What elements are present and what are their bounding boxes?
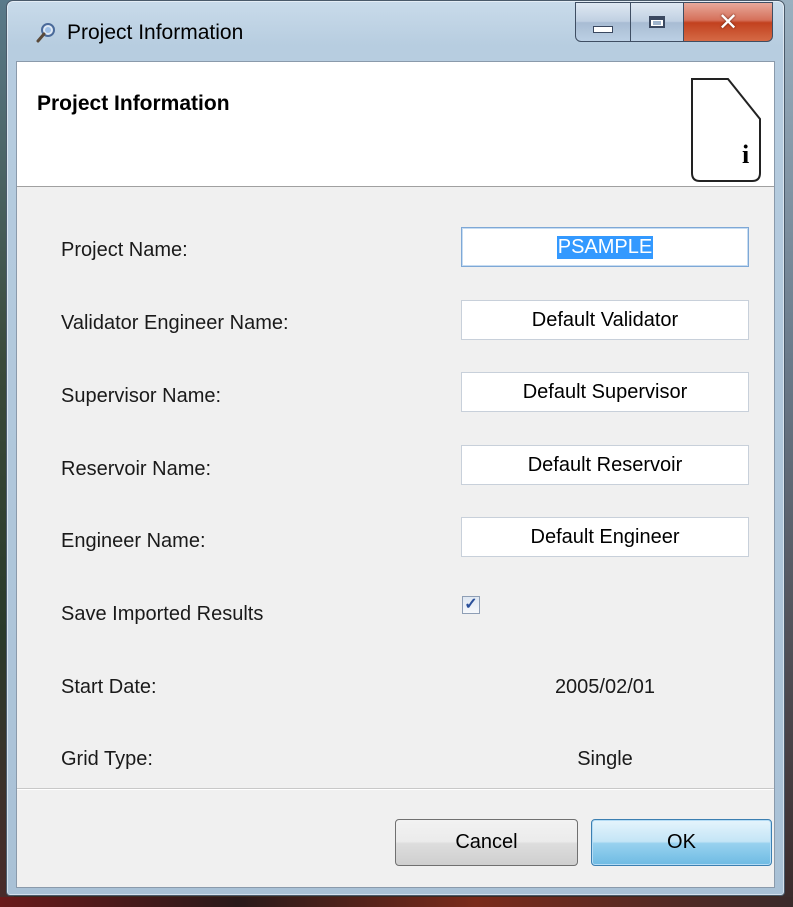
project-form: Project Name: PSAMPLE Validator Engineer… [17,187,774,787]
close-button[interactable]: ✕ [683,2,773,42]
page-title: Project Information [37,92,230,115]
project-name-value: PSAMPLE [556,235,654,259]
desktop-taskbar-edge [0,897,793,907]
supervisor-name-input[interactable]: Default Supervisor [461,372,749,412]
grid-type-value: Single [577,748,633,770]
reservoir-name-label: Reservoir Name: [61,458,212,480]
project-name-label: Project Name: [61,239,188,261]
cancel-button[interactable]: Cancel [395,819,578,866]
info-page-icon: i [691,78,761,182]
dialog-client-area: Project Information i Project Name: PSAM… [16,61,775,888]
checkmark-icon: ✓ [464,596,478,613]
project-information-window: Project Information ✕ Project Informatio… [6,0,785,896]
info-badge-letter: i [742,140,749,169]
close-icon: ✕ [717,8,739,36]
validator-engineer-name-input[interactable]: Default Validator [461,300,749,340]
save-imported-results-checkbox[interactable]: ✓ [462,596,480,614]
minimize-button[interactable] [575,2,631,42]
button-area-divider-highlight [17,789,774,790]
ok-button[interactable]: OK [591,819,772,866]
start-date-value: 2005/02/01 [554,676,656,698]
grid-type-label: Grid Type: [61,748,153,770]
dialog-header: Project Information i [17,62,774,187]
supervisor-name-label: Supervisor Name: [61,385,222,407]
validator-engineer-name-label: Validator Engineer Name: [61,312,289,334]
project-name-input[interactable]: PSAMPLE [461,227,749,267]
engineer-name-input[interactable]: Default Engineer [461,517,749,557]
magnifier-icon [36,23,55,43]
maximize-icon [649,16,665,28]
maximize-button[interactable] [630,2,684,42]
title-bar[interactable]: Project Information ✕ [7,1,784,61]
save-imported-results-label: Save Imported Results [61,603,264,625]
minimize-icon [593,25,613,33]
window-title: Project Information [67,21,244,44]
engineer-name-label: Engineer Name: [61,530,206,552]
reservoir-name-input[interactable]: Default Reservoir [461,445,749,485]
start-date-label: Start Date: [61,676,157,698]
